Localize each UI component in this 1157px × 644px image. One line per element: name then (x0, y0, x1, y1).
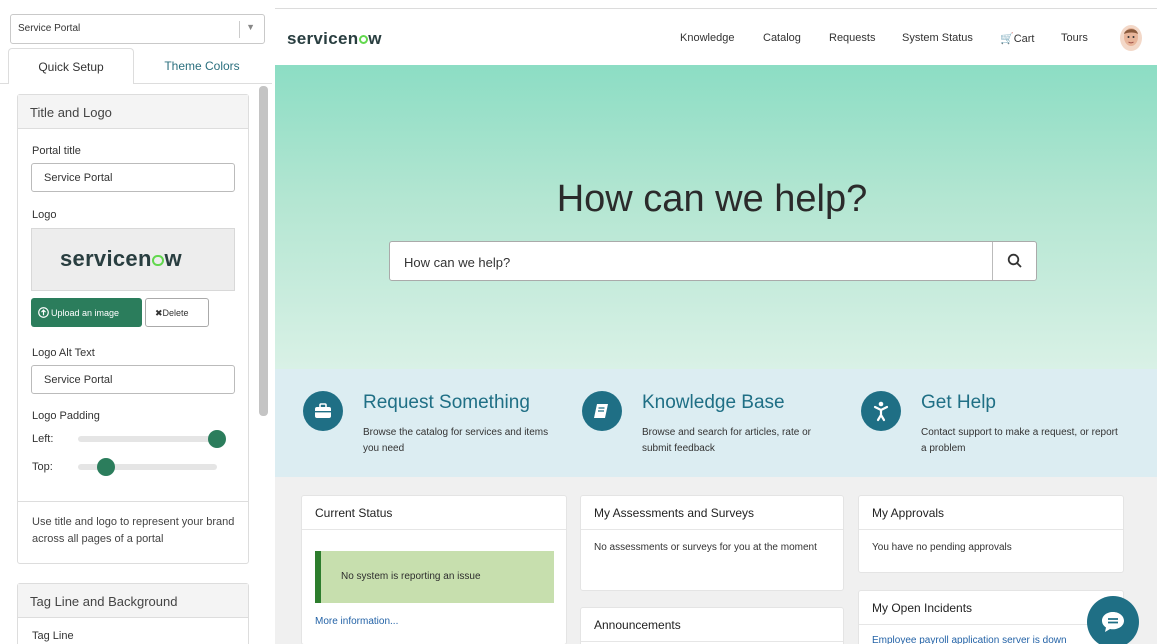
more-information-link[interactable]: More information... (315, 616, 398, 627)
upload-icon (38, 307, 49, 318)
nav-knowledge[interactable]: Knowledge (680, 32, 734, 44)
portal-select-value: Service Portal (18, 23, 81, 34)
divider (18, 501, 248, 502)
slider-handle[interactable] (208, 430, 226, 448)
padding-top-label: Top: (32, 461, 53, 473)
nav-requests[interactable]: Requests (829, 32, 875, 44)
logo-alt-text-label: Logo Alt Text (32, 347, 95, 359)
chat-icon (1102, 612, 1124, 632)
logo-label: Logo (32, 209, 57, 221)
tab-quick-setup[interactable]: Quick Setup (8, 48, 134, 84)
delete-logo-button[interactable]: ✖Delete (145, 298, 209, 327)
servicenow-logo: servicen w (60, 246, 182, 271)
delete-button-label: Delete (162, 308, 189, 318)
close-icon: ✖ (155, 308, 163, 318)
portal-title-label: Portal title (32, 145, 81, 157)
widget-title: My Approvals (859, 496, 1123, 530)
nav-cart-label: Cart (1013, 33, 1035, 45)
book-icon (582, 391, 622, 431)
hero-section: How can we help? How can we help? (275, 65, 1157, 369)
padding-left-slider[interactable] (78, 430, 226, 448)
config-scrollbar[interactable] (259, 86, 268, 416)
open-incidents-widget: My Open Incidents Employee payroll appli… (858, 590, 1124, 644)
quick-link-title[interactable]: Get Help (921, 392, 996, 414)
quick-links: Request Something Browse the catalog for… (275, 369, 1157, 477)
logo-alt-text-input[interactable]: Service Portal (31, 365, 235, 394)
search-icon (1007, 253, 1022, 268)
logo-preview: servicen w (31, 228, 235, 291)
padding-top-slider[interactable] (78, 458, 217, 476)
tagline-background-card: Tag Line and Background Tag Line (17, 583, 249, 644)
cart-icon: 🛒 (1000, 33, 1014, 45)
portal-preview: servicen w Knowledge Catalog Requests Sys… (275, 8, 1157, 644)
portal-header: servicen w Knowledge Catalog Requests Sys… (275, 9, 1157, 65)
tag-line-label: Tag Line (32, 630, 74, 642)
upload-image-button[interactable]: Upload an image (31, 298, 142, 327)
avatar[interactable] (1120, 25, 1142, 51)
widget-area: Current Status No system is reporting an… (275, 477, 1157, 644)
current-status-widget: Current Status No system is reporting an… (301, 495, 567, 644)
widget-title: My Open Incidents (859, 591, 1123, 625)
status-message: No system is reporting an issue (315, 551, 554, 603)
nav-cart[interactable]: 🛒Cart (1000, 32, 1034, 45)
widget-title: Current Status (302, 496, 566, 530)
status-text: No system is reporting an issue (341, 571, 481, 582)
portal-select[interactable]: Service Portal ▼ (10, 14, 265, 44)
padding-left-label: Left: (32, 433, 54, 445)
nav-tours[interactable]: Tours (1061, 32, 1088, 44)
quick-link-desc: Browse and search for articles, rate or … (642, 427, 811, 454)
title-logo-help-text: Use title and logo to represent your bra… (32, 516, 235, 545)
widget-body: No assessments or surveys for you at the… (594, 542, 817, 553)
chevron-down-icon[interactable]: ▼ (246, 22, 255, 32)
nav-system-status[interactable]: System Status (902, 32, 973, 44)
widget-body: You have no pending approvals (872, 542, 1012, 553)
briefcase-icon (303, 391, 343, 431)
quick-link-title[interactable]: Request Something (363, 392, 530, 414)
announcements-widget: Announcements (580, 607, 844, 644)
servicenow-logo[interactable]: servicen w (287, 29, 382, 49)
tab-theme-colors[interactable]: Theme Colors (134, 48, 270, 84)
widget-title: Announcements (581, 608, 843, 642)
incident-link[interactable]: Employee payroll application server is d… (872, 635, 1067, 644)
search-button[interactable] (992, 242, 1036, 280)
hero-title: How can we help? (556, 178, 868, 220)
quick-link-desc: Contact support to make a request, or re… (921, 427, 1118, 454)
upload-button-label: Upload an image (51, 308, 120, 318)
config-panel: Service Portal ▼ Quick Setup Theme Color… (0, 0, 272, 644)
assessments-widget: My Assessments and Surveys No assessment… (580, 495, 844, 591)
nav-catalog[interactable]: Catalog (763, 32, 801, 44)
title-logo-heading[interactable]: Title and Logo (18, 95, 248, 129)
select-divider (239, 21, 240, 38)
quick-link-title[interactable]: Knowledge Base (642, 392, 785, 414)
slider-handle[interactable] (96, 458, 115, 476)
person-help-icon (861, 391, 901, 431)
logo-padding-label: Logo Padding (32, 410, 100, 422)
widget-title: My Assessments and Surveys (581, 496, 843, 530)
title-logo-card: Title and Logo Portal title Service Port… (17, 94, 249, 564)
active-tab-gap (9, 83, 133, 84)
chat-button[interactable] (1087, 596, 1139, 644)
tagline-background-heading[interactable]: Tag Line and Background (18, 584, 248, 618)
approvals-widget: My Approvals You have no pending approva… (858, 495, 1124, 573)
config-tabs: Quick Setup Theme Colors (0, 48, 272, 84)
search-input[interactable]: How can we help? (404, 255, 510, 270)
search-bar[interactable]: How can we help? (389, 241, 1037, 281)
quick-link-desc: Browse the catalog for services and item… (363, 427, 549, 454)
portal-title-input[interactable]: Service Portal (31, 163, 235, 192)
